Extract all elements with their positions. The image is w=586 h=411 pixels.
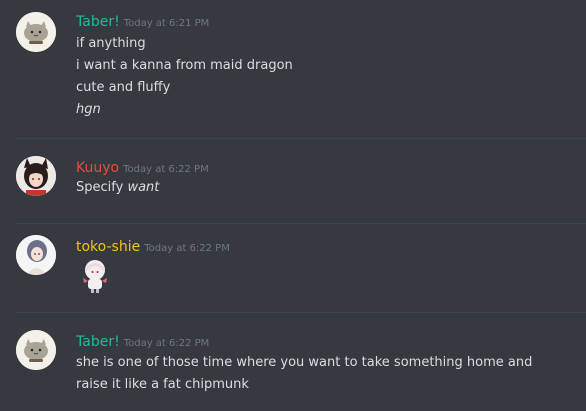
message-text: i want a kanna from maid dragon: [76, 58, 293, 73]
message-group: Taber! Today at 6:21 PM if anything i wan…: [0, 0, 586, 138]
message-header: Taber! Today at 6:21 PM: [76, 12, 209, 33]
username[interactable]: Taber!: [76, 14, 120, 30]
username[interactable]: Kuuyo: [76, 160, 119, 176]
message-header: Taber! Today at 6:22 PM: [76, 332, 209, 353]
timestamp: Today at 6:22 PM: [123, 164, 209, 175]
message-text: hgn: [76, 102, 101, 117]
anime-girl-avatar-icon[interactable]: [16, 156, 56, 196]
message-text: Specify want: [76, 177, 159, 199]
message-text: if anything: [76, 36, 146, 51]
username[interactable]: Taber!: [76, 334, 120, 350]
pusheen-cat-avatar-icon[interactable]: [16, 330, 56, 370]
pusheen-cat-avatar-icon[interactable]: [16, 12, 56, 52]
username[interactable]: toko-shie: [76, 239, 140, 255]
message-text-plain: Specify: [76, 180, 128, 195]
timestamp: Today at 6:22 PM: [144, 243, 230, 254]
message-group: Taber! Today at 6:22 PM she is one of tho…: [0, 313, 586, 411]
message-text: cute and fluffy: [76, 80, 171, 95]
timestamp: Today at 6:22 PM: [123, 338, 210, 349]
chat-messages: Taber! Today at 6:21 PM if anything i wan…: [0, 0, 586, 411]
message-group: toko-shie Today at 6:22 PM: [0, 224, 586, 312]
anime-girl-white-avatar-icon[interactable]: [16, 235, 56, 275]
message-group: Kuuyo Today at 6:22 PM Specify want: [0, 139, 586, 223]
timestamp: Today at 6:21 PM: [123, 18, 210, 29]
message-header: Kuuyo Today at 6:22 PM: [76, 158, 209, 179]
kanna-emoji-icon: [76, 256, 114, 294]
message-text: she is one of those time where you want …: [76, 355, 533, 392]
message-text-italic: want: [127, 180, 160, 195]
message-header: toko-shie Today at 6:22 PM: [76, 237, 230, 258]
